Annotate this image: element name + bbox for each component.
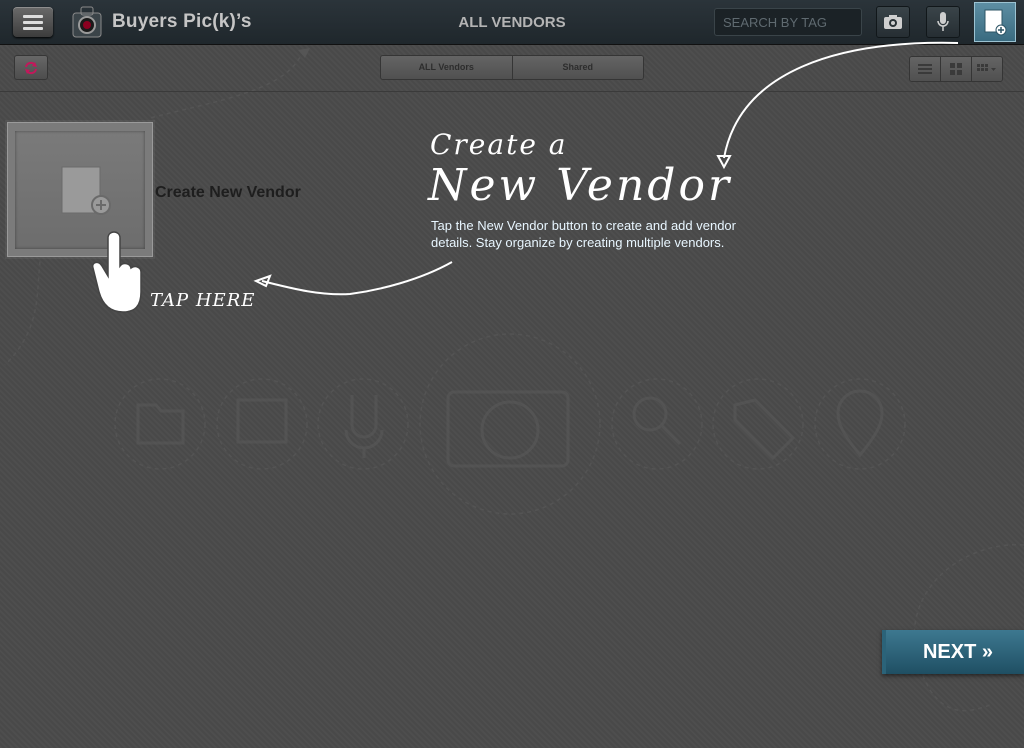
tutorial-arrow-to-tile	[723, 41, 959, 159]
tap-hand-icon	[91, 231, 142, 313]
next-button-label: NEXT »	[922, 640, 994, 663]
tutorial-arrow-to-tap	[261, 261, 453, 296]
tutorial-overlay	[91, 41, 959, 313]
next-button[interactable]: NEXT »	[882, 630, 1024, 674]
